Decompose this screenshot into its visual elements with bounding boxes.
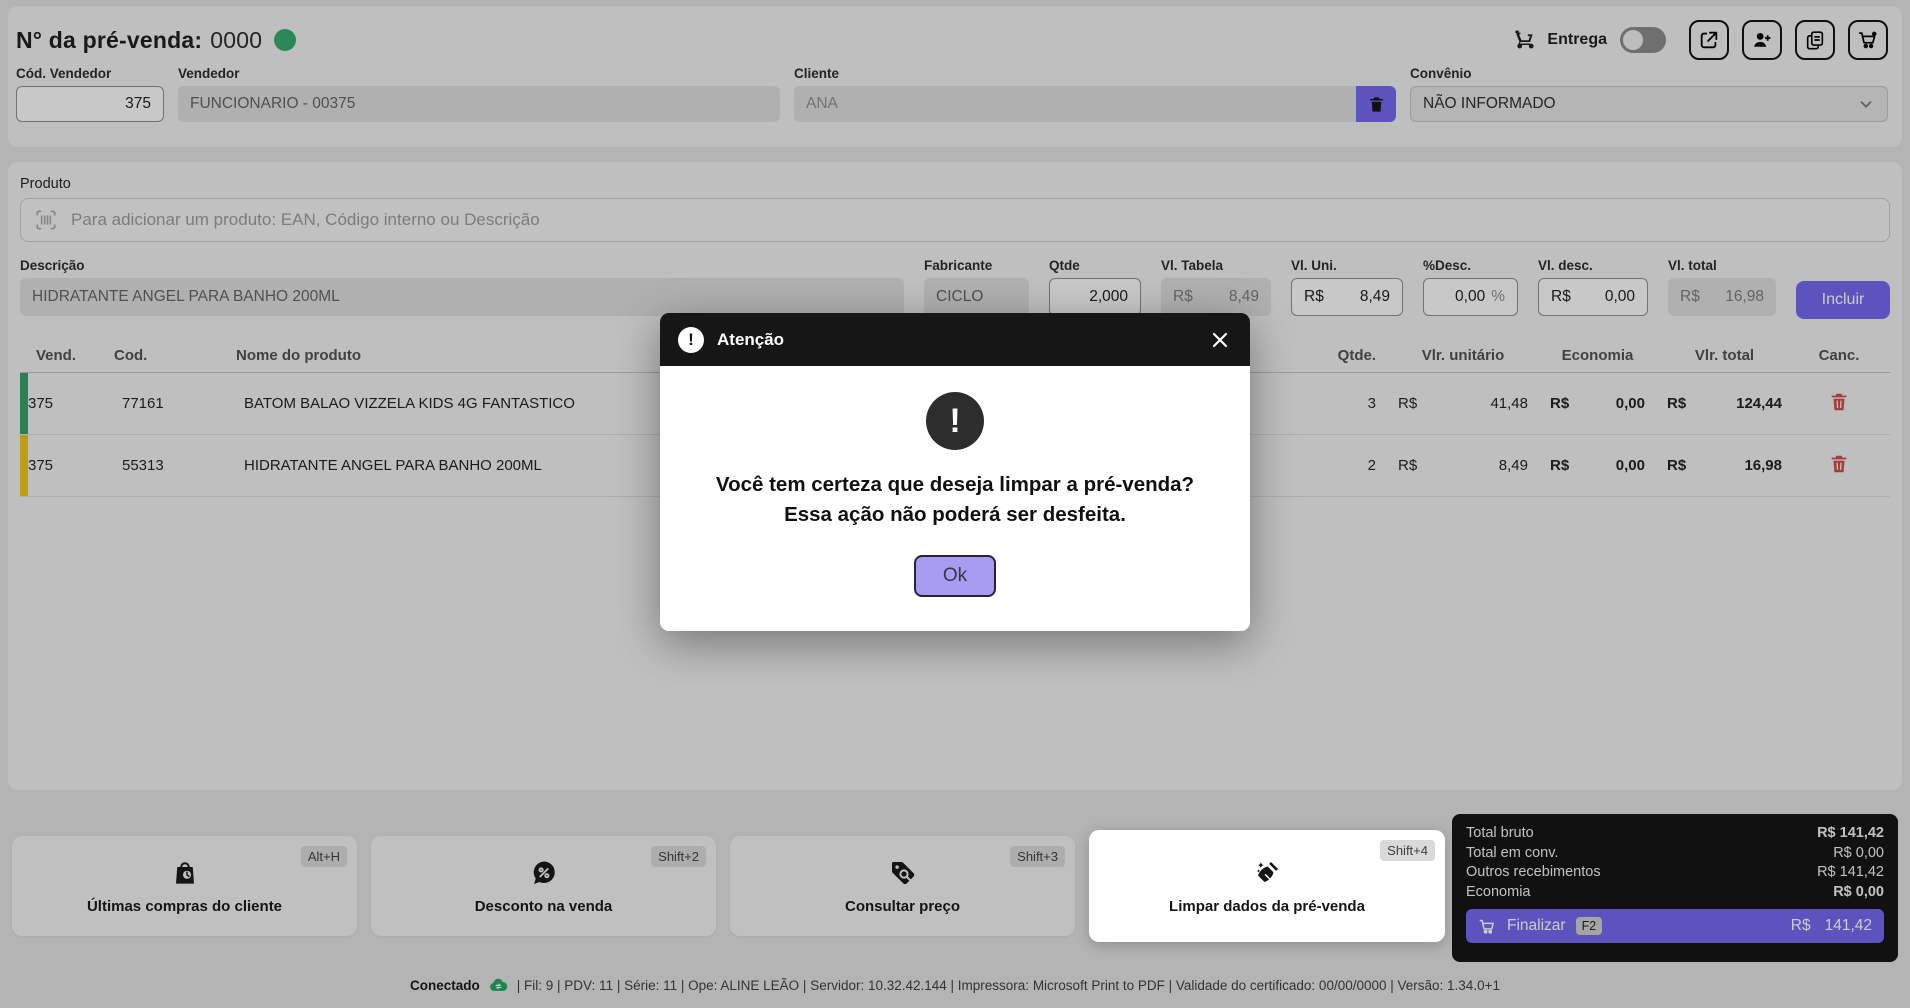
- close-icon: [1212, 332, 1228, 347]
- action-label: Limpar dados da pré-venda: [1169, 897, 1365, 915]
- message-line-2: Essa ação não poderá ser desfeita.: [784, 502, 1126, 526]
- shortcut-badge: Shift+4: [1380, 840, 1435, 861]
- ok-button[interactable]: Ok: [913, 555, 997, 598]
- exclamation-circle-icon: !: [926, 392, 984, 450]
- dialog-title: Atenção: [717, 329, 785, 349]
- close-dialog-button[interactable]: [1208, 328, 1232, 352]
- broom-icon: [1256, 861, 1278, 882]
- dialog-message: Você tem certeza que deseja limpar a pré…: [680, 470, 1230, 529]
- atencao-dialog: ! Atenção ! Você tem certeza que deseja …: [660, 313, 1250, 632]
- pos-app: N° da pré-venda: 0000 Entrega Cód. Vende…: [0, 0, 1910, 1008]
- limpar-pre-venda-button[interactable]: Shift+4 Limpar dados da pré-venda: [1089, 830, 1445, 942]
- dialog-body: ! Você tem certeza que deseja limpar a p…: [660, 366, 1250, 631]
- dialog-header: ! Atenção: [660, 313, 1250, 366]
- message-line-1: Você tem certeza que deseja limpar a pré…: [715, 473, 1195, 496]
- exclamation-circle-icon: !: [678, 326, 704, 353]
